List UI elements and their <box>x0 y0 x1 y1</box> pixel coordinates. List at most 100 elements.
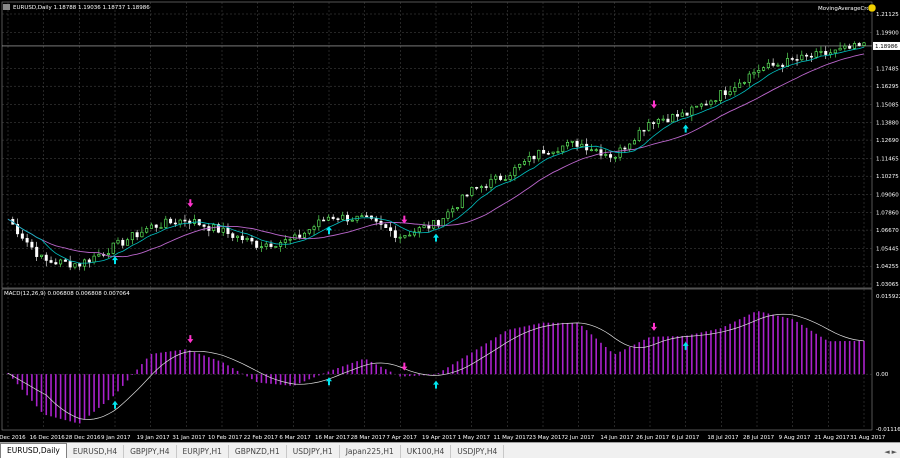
time-axis-label: 10 Feb 2017 <box>208 435 243 441</box>
candle-body <box>126 239 130 246</box>
candle-body <box>322 219 326 222</box>
candle-body <box>843 45 847 49</box>
chart-tab[interactable]: Japan225,H1 <box>340 445 401 458</box>
candle-body <box>145 228 149 233</box>
chart-tab[interactable]: UK100,H4 <box>401 445 452 458</box>
candle-body <box>78 263 82 267</box>
candle-body <box>570 140 574 143</box>
candle-body <box>652 122 656 124</box>
price-axis-label: 1.03065 <box>876 282 899 288</box>
candle-body <box>719 90 723 101</box>
candle-body <box>350 219 354 222</box>
candle-body <box>44 254 48 261</box>
price-axis-label: 1.19900 <box>876 30 899 36</box>
candle-body <box>307 229 311 234</box>
candle-body <box>436 220 440 227</box>
candle-body <box>331 216 335 219</box>
chart-svg[interactable]: 1.18986 1.21125 1.19900 1.17485 1.16295 1.15… <box>0 0 900 442</box>
candle-body <box>800 54 804 61</box>
candle-body <box>852 43 856 49</box>
macd-axis-label: -0.011169 <box>876 427 900 433</box>
chart-tab[interactable]: GBPJPY,H4 <box>124 445 177 458</box>
candle-body <box>742 82 746 84</box>
chart-tab[interactable]: EURUSD,H4 <box>67 445 125 458</box>
candle-body <box>642 129 646 132</box>
candle-body <box>178 219 182 225</box>
chart-tab[interactable]: EURJPY,H1 <box>177 445 229 458</box>
candle-body <box>54 262 58 265</box>
candle-body <box>733 87 737 92</box>
candle-body <box>274 246 278 248</box>
candle-body <box>432 220 436 229</box>
candle-body <box>389 227 393 231</box>
chart-tab[interactable]: USDJPY,H1 <box>287 445 340 458</box>
time-axis-label: 6 Dec 2016 <box>0 435 26 441</box>
scroll-left-icon[interactable]: ◄ <box>884 448 889 456</box>
price-axis-label: 1.12690 <box>876 138 899 144</box>
smiley-icon[interactable] <box>867 3 877 13</box>
candle-body <box>814 51 818 58</box>
candle-body <box>479 186 483 189</box>
candle-body <box>456 207 460 210</box>
candle-body <box>164 218 168 228</box>
candle-body <box>130 232 134 241</box>
candle-body <box>393 230 397 238</box>
candle-body <box>39 254 43 257</box>
price-axis-label: 1.11465 <box>876 156 899 162</box>
candle-body <box>149 224 153 229</box>
candle-body <box>661 118 665 121</box>
candle-body <box>561 145 565 152</box>
candle-body <box>169 218 173 224</box>
candle-body <box>154 224 158 228</box>
candle-body <box>723 90 727 95</box>
buy-arrow-icon <box>112 256 118 265</box>
candle-body <box>699 103 703 107</box>
candle-body <box>566 142 570 147</box>
candle-body <box>494 175 498 180</box>
candle-body <box>623 147 627 150</box>
candle-body <box>738 82 742 88</box>
candle-body <box>317 219 321 228</box>
candle-body <box>589 149 593 152</box>
candle-body <box>690 106 694 116</box>
time-axis-label: 1 May 2017 <box>458 435 491 441</box>
candle-body <box>441 218 445 227</box>
candle-body <box>240 235 244 240</box>
sell-arrow-icon <box>651 322 657 331</box>
candle-body <box>542 149 546 154</box>
price-axis-label: 1.10275 <box>876 174 899 180</box>
candle-body <box>484 186 488 188</box>
candle-body <box>522 161 526 165</box>
candle-body <box>527 156 531 162</box>
candle-body <box>293 234 297 240</box>
candle-body <box>422 225 426 228</box>
time-axis-label: 28 Jul 2017 <box>743 435 775 441</box>
candle-body <box>35 246 39 257</box>
candle-body <box>159 227 163 229</box>
scroll-right-icon[interactable]: ► <box>892 448 897 456</box>
chart-tab[interactable]: EURUSD,Daily <box>0 443 67 458</box>
candle-body <box>656 119 660 124</box>
time-axis-label: 11 May 2017 <box>493 435 529 441</box>
candle-body <box>135 232 139 238</box>
candle-body <box>106 253 110 256</box>
chart-tab[interactable]: GBPNZD,H1 <box>229 445 287 458</box>
candle-body <box>685 112 689 116</box>
candle-body <box>97 254 101 257</box>
candle-body <box>403 235 407 238</box>
candle-body <box>259 246 263 248</box>
ea-name-label[interactable]: MovingAverageCross <box>818 6 876 12</box>
candle-body <box>193 219 197 224</box>
candle-body <box>111 242 115 254</box>
candle-body <box>298 234 302 238</box>
candle-body <box>446 211 450 219</box>
candle-body <box>49 260 53 263</box>
buy-arrow-icon <box>112 400 118 409</box>
time-axis-label: 9 Aug 2017 <box>779 435 811 441</box>
candle-body <box>73 263 77 268</box>
price-axis-label: 1.06670 <box>876 228 899 234</box>
chart-window[interactable]: 1.18986 1.21125 1.19900 1.17485 1.16295 1.15… <box>0 0 900 442</box>
time-axis-label: 16 Dec 2016 <box>30 435 66 441</box>
chart-tab[interactable]: USDJPY,H4 <box>451 445 505 458</box>
time-axis-label: 2 Jun 2017 <box>565 435 595 441</box>
